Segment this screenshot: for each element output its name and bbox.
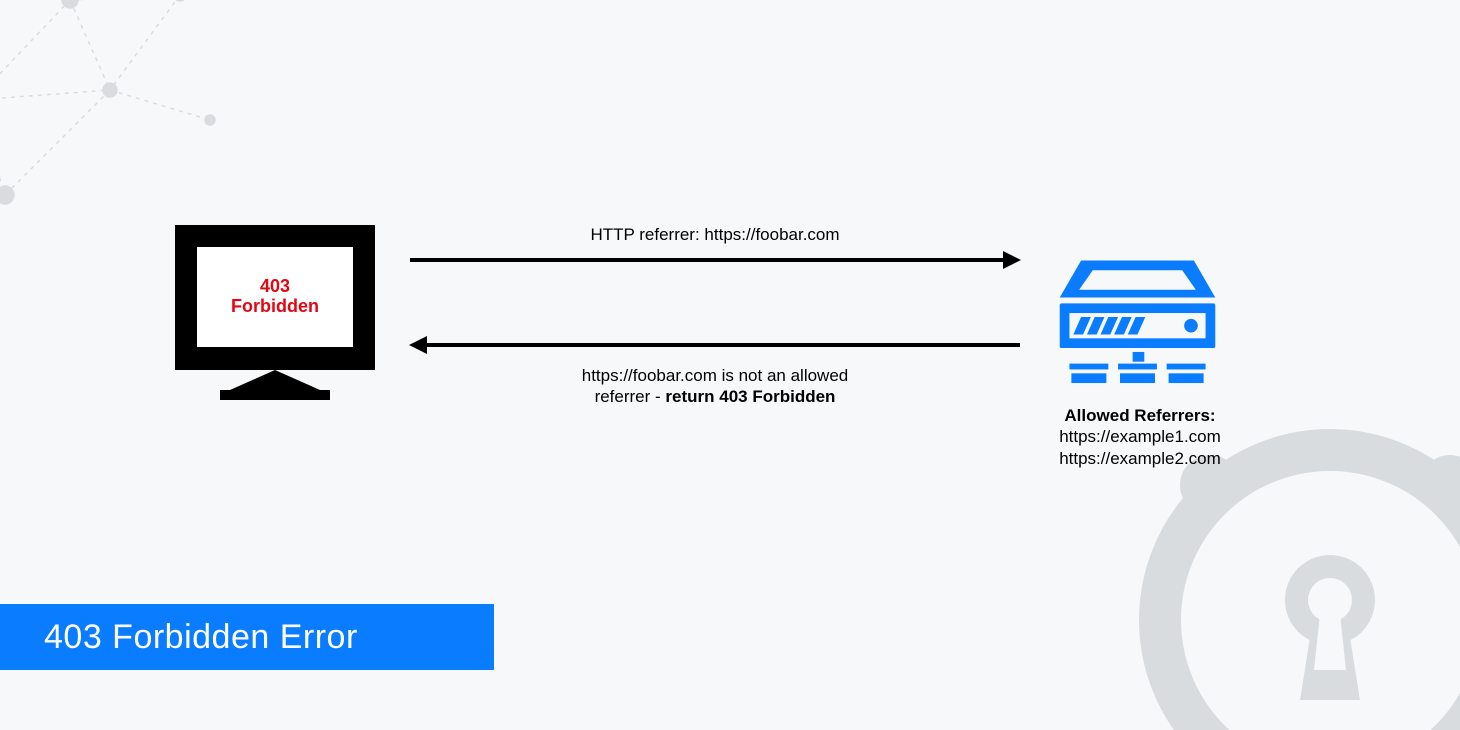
client-monitor-icon: 403 Forbidden [175, 225, 375, 425]
error-word: Forbidden [231, 296, 319, 316]
diagram-stage: 403 Forbidden HTTP referrer: https://foo… [0, 0, 1460, 730]
allowed-referrer-2: https://example2.com [1059, 449, 1221, 468]
monitor-frame: 403 Forbidden [175, 225, 375, 370]
allowed-referrers-header: Allowed Referrers: [1015, 405, 1265, 426]
response-line1: https://foobar.com is not an allowed [582, 366, 849, 385]
diagram-title-bar: 403 Forbidden Error [0, 604, 494, 670]
network-mesh-decor [0, 0, 320, 240]
server-icon [1050, 210, 1225, 385]
response-label: https://foobar.com is not an allowed ref… [410, 365, 1020, 408]
diagram-title: 403 Forbidden Error [44, 618, 358, 657]
allowed-referrer-1: https://example1.com [1059, 427, 1221, 446]
allowed-referrers-caption: Allowed Referrers: https://example1.com … [1015, 405, 1265, 469]
error-code: 403 [260, 276, 290, 296]
monitor-stand [230, 370, 320, 410]
monitor-screen: 403 Forbidden [197, 247, 353, 347]
client-error-text: 403 Forbidden [231, 277, 319, 317]
response-line2-bold: return 403 Forbidden [665, 387, 835, 406]
response-line2-prefix: referrer - [595, 387, 666, 406]
request-label: HTTP referrer: https://foobar.com [410, 225, 1020, 245]
